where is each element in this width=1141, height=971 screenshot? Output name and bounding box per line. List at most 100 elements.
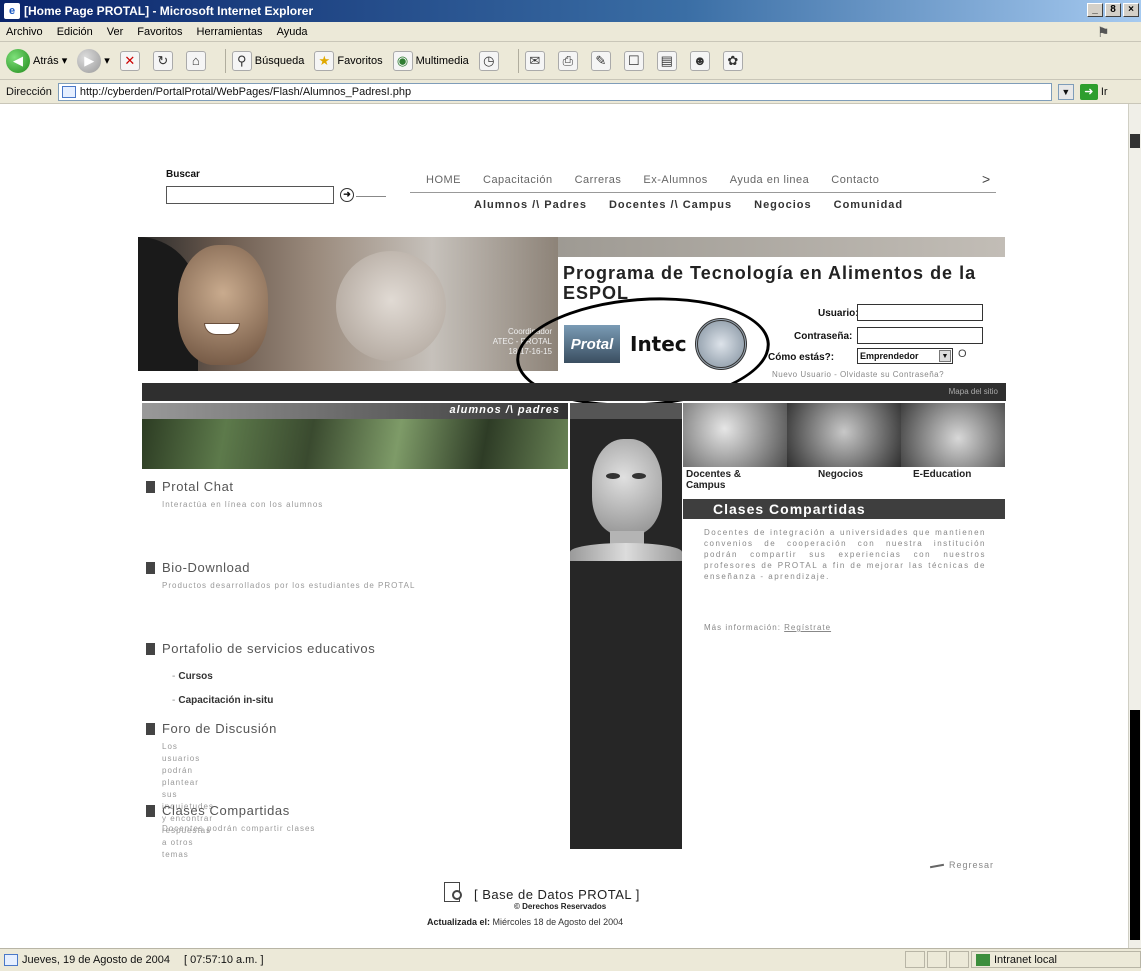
security-zone: Intranet local: [971, 951, 1141, 968]
status-panel: [927, 951, 947, 968]
chevron-down-icon: ▾: [58, 55, 68, 67]
page-status-icon: [4, 954, 18, 966]
close-button[interactable]: ×: [1123, 3, 1139, 17]
go-button[interactable]: ➜ Ir: [1079, 83, 1108, 100]
back-button[interactable]: ◀ Atrás ▾: [6, 48, 68, 73]
robot-column: [570, 403, 682, 849]
toolbar-separator: [517, 48, 519, 73]
print-button[interactable]: ⎙: [557, 50, 581, 71]
nav-carreras[interactable]: Carreras: [575, 174, 622, 186]
history-button[interactable]: ◷: [478, 50, 502, 71]
nav-ex-alumnos[interactable]: Ex-Alumnos: [643, 174, 707, 186]
portfolio-item-cursos[interactable]: - Cursos: [172, 671, 213, 682]
menu-ayuda[interactable]: Ayuda: [277, 26, 308, 38]
section-title[interactable]: Clases Compartidas: [162, 803, 290, 818]
menu-archivo[interactable]: Archivo: [6, 26, 43, 38]
document-search-icon: [444, 882, 466, 906]
research-button[interactable]: ▤: [656, 50, 680, 71]
dash-glyph: -: [172, 695, 176, 706]
maximize-button[interactable]: 8: [1105, 3, 1121, 17]
username-field[interactable]: [857, 304, 983, 321]
docentes-campus-link[interactable]: Docentes & Campus: [686, 469, 756, 491]
leaves-banner: alumnos /\ padres: [142, 403, 568, 469]
forward-button[interactable]: ▶ ▾: [77, 48, 110, 73]
butterfly-icon: ✿: [722, 50, 743, 71]
login-go-button[interactable]: O: [958, 348, 967, 360]
section-title[interactable]: Foro de Discusión: [162, 721, 277, 736]
scroll-up-button[interactable]: [1130, 134, 1140, 148]
menu-edicion[interactable]: Edición: [57, 26, 93, 38]
menu-bar: Archivo Edición Ver Favoritos Herramient…: [0, 22, 1141, 42]
nav-more-arrow-icon[interactable]: >: [982, 171, 991, 187]
sitemap-link[interactable]: Mapa del sitio: [949, 387, 998, 396]
robot-eye: [606, 473, 620, 479]
search-input[interactable]: [166, 186, 334, 204]
scrollbar-thumb[interactable]: [1130, 710, 1140, 940]
butterfly-button[interactable]: ✿: [722, 50, 746, 71]
mail-icon: ✉: [524, 50, 545, 71]
vertical-scrollbar[interactable]: [1128, 104, 1141, 948]
nav-home[interactable]: HOME: [426, 174, 461, 186]
home-button[interactable]: ⌂: [185, 50, 209, 71]
profile-select[interactable]: Emprendedor ▼: [857, 348, 953, 364]
go-arrow-icon: ➜: [1079, 83, 1098, 100]
status-panels: Intranet local: [905, 951, 1141, 968]
window-title: [Home Page PROTAL] - Microsoft Internet …: [24, 4, 314, 18]
refresh-button[interactable]: ↻: [152, 50, 176, 71]
menu-favoritos[interactable]: Favoritos: [137, 26, 182, 38]
nav-negocios[interactable]: Negocios: [754, 199, 812, 211]
arrow-circle-icon[interactable]: ➜: [340, 188, 354, 202]
register-link[interactable]: Regístrate: [784, 623, 831, 632]
back-link[interactable]: Regresar: [929, 860, 994, 870]
stop-button[interactable]: ✕: [119, 50, 143, 71]
sub-nav: Alumnos /\ Padres Docentes /\ Campus Neg…: [474, 199, 925, 211]
nav-divider: [410, 192, 996, 193]
database-label: [ Base de Datos PROTAL ]: [474, 886, 640, 902]
messenger-button[interactable]: ☻: [689, 50, 713, 71]
minimize-button[interactable]: _: [1087, 3, 1103, 17]
address-input[interactable]: http://cyberden/PortalProtal/WebPages/Fl…: [57, 82, 1052, 101]
messenger-icon: ☻: [689, 50, 710, 71]
e-education-link[interactable]: E-Education: [913, 469, 971, 480]
ie-icon: e: [4, 3, 20, 19]
nav-ayuda[interactable]: Ayuda en linea: [730, 174, 810, 186]
back-label: Atrás: [33, 54, 59, 67]
clases-description: Docentes de integración a universidades …: [704, 528, 986, 581]
copyright: © Derechos Reservados: [514, 902, 607, 911]
portfolio-item-capacitacion[interactable]: - Capacitación in-situ: [172, 695, 273, 706]
search-button[interactable]: ⚲ Búsqueda: [231, 50, 304, 71]
login-links[interactable]: Nuevo Usuario - Olvidaste su Contraseña?: [772, 370, 944, 379]
media-button[interactable]: ◉ Multimedia: [392, 50, 469, 71]
favorites-button[interactable]: ★ Favoritos: [314, 50, 383, 71]
discuss-button[interactable]: ☐: [623, 50, 647, 71]
nav-docentes-campus[interactable]: Docentes /\ Campus: [609, 199, 732, 211]
address-dropdown-button[interactable]: ▼: [1057, 83, 1074, 100]
portfolio-item-label: Cursos: [178, 671, 213, 682]
bullet-square-icon: [146, 805, 155, 817]
nav-capacitacion[interactable]: Capacitación: [483, 174, 553, 186]
nav-contacto[interactable]: Contacto: [831, 174, 879, 186]
dash-glyph: -: [172, 671, 176, 682]
window-controls: _ 8 ×: [1087, 3, 1139, 17]
negocios-link[interactable]: Negocios: [818, 469, 863, 480]
menu-herramientas[interactable]: Herramientas: [197, 26, 263, 38]
edit-button[interactable]: ✎: [590, 50, 614, 71]
password-field[interactable]: [857, 327, 983, 344]
section-title[interactable]: Bio-Download: [162, 560, 250, 575]
nav-comunidad[interactable]: Comunidad: [834, 199, 904, 211]
mail-button[interactable]: ✉: [524, 50, 548, 71]
portfolio-item-label: Capacitación in-situ: [178, 695, 274, 706]
back-arrow-icon: ◀: [6, 48, 30, 73]
robot-shoulders: [570, 543, 682, 561]
right-photos: [683, 403, 1005, 467]
nav-alumnos-padres[interactable]: Alumnos /\ Padres: [474, 199, 587, 211]
negocios-photo[interactable]: [787, 403, 901, 467]
menu-ver[interactable]: Ver: [107, 26, 124, 38]
section-title[interactable]: Protal Chat: [162, 479, 234, 494]
section-title[interactable]: Portafolio de servicios educativos: [162, 641, 375, 656]
e-education-photo[interactable]: [901, 403, 1005, 467]
bullet-square-icon: [146, 723, 155, 735]
docentes-photo[interactable]: [683, 403, 787, 467]
bullet-square-icon: [146, 481, 155, 493]
address-url: http://cyberden/PortalProtal/WebPages/Fl…: [79, 85, 412, 98]
